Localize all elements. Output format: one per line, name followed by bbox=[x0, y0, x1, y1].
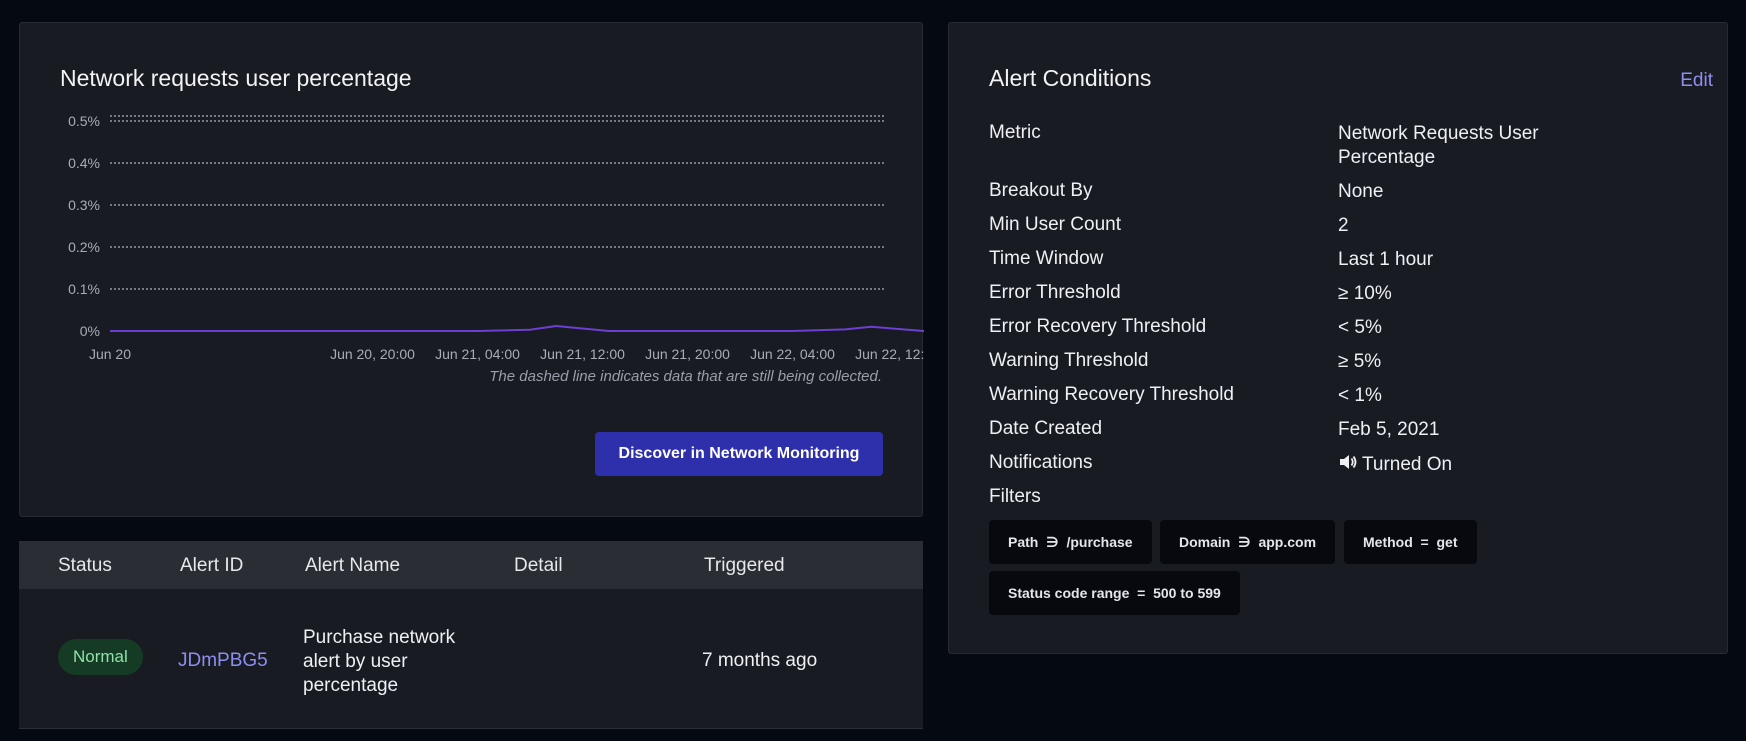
alert-conditions-title: Alert Conditions bbox=[989, 65, 1152, 91]
condition-label-time-window: Time Window bbox=[989, 248, 1104, 269]
alert-name: Purchase network alert by user percentag… bbox=[303, 627, 456, 696]
x-tick-label: Jun 20 bbox=[89, 346, 131, 362]
condition-value-error-threshold: ≥ 10% bbox=[1338, 283, 1392, 304]
y-tick-label: 0.1% bbox=[68, 281, 100, 297]
filter-chip-domain[interactable]: Domain ∋ app.com bbox=[1160, 520, 1336, 564]
y-tick-label: 0.4% bbox=[68, 155, 100, 171]
condition-value-date-created: Feb 5, 2021 bbox=[1338, 419, 1440, 440]
alert-id-link[interactable]: JDmPBG5 bbox=[178, 650, 268, 672]
condition-value-notifications: Turned On bbox=[1338, 452, 1598, 477]
column-header-alert-name[interactable]: Alert Name bbox=[305, 555, 400, 577]
condition-label-warning-recovery: Warning Recovery Threshold bbox=[989, 384, 1234, 405]
condition-label-filters: Filters bbox=[989, 486, 1041, 507]
x-tick-label: Jun 21, 04:00 bbox=[435, 346, 520, 362]
status-badge: Normal bbox=[58, 639, 143, 675]
condition-value-time-window: Last 1 hour bbox=[1338, 249, 1434, 270]
x-tick-label: Jun 20, 20:00 bbox=[330, 346, 415, 362]
condition-value-breakout: None bbox=[1338, 181, 1384, 202]
condition-value-error-recovery: < 5% bbox=[1338, 317, 1382, 338]
column-header-triggered[interactable]: Triggered bbox=[704, 555, 785, 577]
condition-label-date-created: Date Created bbox=[989, 418, 1103, 439]
y-tick-label: 0.5% bbox=[68, 113, 100, 129]
edit-link[interactable]: Edit bbox=[1680, 70, 1713, 92]
y-tick-label: 0.2% bbox=[68, 239, 100, 255]
filter-chip-status-code[interactable]: Status code range = 500 to 599 bbox=[989, 571, 1240, 615]
condition-label-metric: Metric bbox=[989, 122, 1041, 143]
condition-label-min-user-count: Min User Count bbox=[989, 214, 1121, 235]
table-row[interactable]: Normal JDmPBG5 Purchase network alert by… bbox=[19, 589, 923, 729]
y-tick-label: 0% bbox=[80, 323, 100, 339]
notifications-status: Turned On bbox=[1362, 454, 1453, 475]
table-header: Status Alert ID Alert Name Detail Trigge… bbox=[19, 541, 923, 589]
alerts-table: Status Alert ID Alert Name Detail Trigge… bbox=[19, 541, 923, 741]
chart-panel: Network requests user percentage 0% 0.1% 0… bbox=[19, 22, 924, 517]
condition-value-warning-threshold: ≥ 5% bbox=[1338, 351, 1382, 372]
speaker-icon bbox=[1340, 455, 1357, 469]
chart-note: The dashed line indicates data that are … bbox=[489, 368, 882, 385]
alert-conditions-panel: Alert Conditions Edit Metric Network Req… bbox=[948, 22, 1728, 654]
filter-chip-method[interactable]: Method = get bbox=[1344, 520, 1477, 564]
condition-label-error-threshold: Error Threshold bbox=[989, 282, 1121, 303]
condition-label-warning-threshold: Warning Threshold bbox=[989, 350, 1149, 371]
column-header-status[interactable]: Status bbox=[58, 555, 112, 577]
column-header-detail[interactable]: Detail bbox=[514, 555, 563, 577]
series-line bbox=[110, 324, 924, 332]
condition-value-warning-recovery: < 1% bbox=[1338, 385, 1382, 406]
y-tick-label: 0.3% bbox=[68, 197, 100, 213]
line-chart: 0% 0.1% 0.2% 0.3% 0.4% 0.5% Jun 20 Jun 20, 20:0… bbox=[68, 113, 924, 362]
condition-label-notifications: Notifications bbox=[989, 452, 1093, 473]
condition-label-breakout: Breakout By bbox=[989, 180, 1093, 201]
discover-network-monitoring-button[interactable]: Discover in Network Monitoring bbox=[595, 432, 883, 476]
x-tick-label: Jun 22, 04:00 bbox=[750, 346, 835, 362]
triggered-time: 7 months ago bbox=[702, 650, 818, 671]
x-tick-label: Jun 21, 20:00 bbox=[645, 346, 730, 362]
x-tick-label: Jun 21, 12:00 bbox=[540, 346, 625, 362]
column-header-alert-id[interactable]: Alert ID bbox=[180, 555, 243, 577]
condition-value-min-user-count: 2 bbox=[1338, 215, 1349, 236]
x-tick-label: Jun 22, 12:00 bbox=[855, 346, 924, 362]
condition-label-error-recovery: Error Recovery Threshold bbox=[989, 316, 1207, 337]
filter-chip-path[interactable]: Path ∋ /purchase bbox=[989, 520, 1152, 564]
condition-value-metric: Network Requests User Percentage bbox=[1338, 123, 1539, 168]
